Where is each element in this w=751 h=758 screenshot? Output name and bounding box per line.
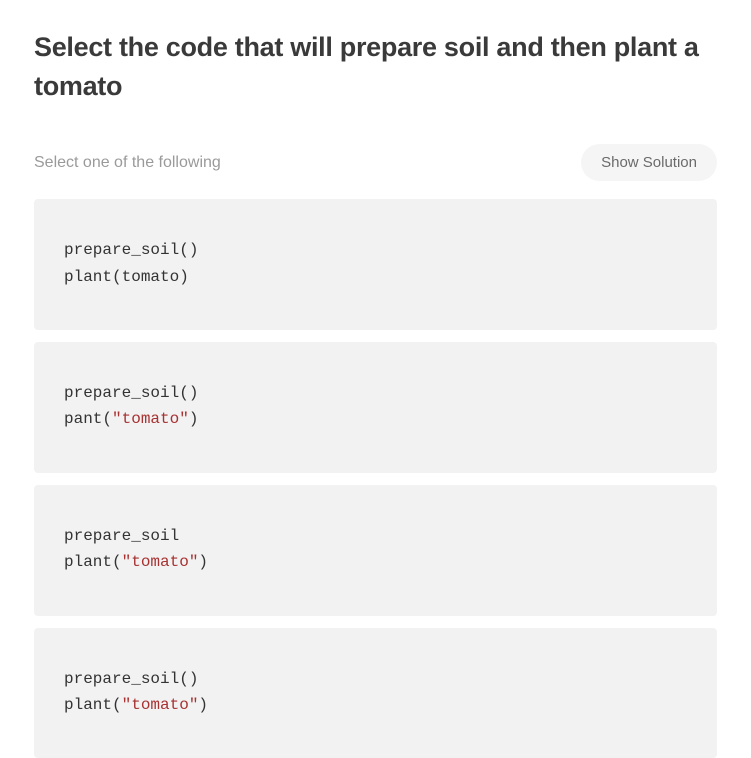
code-string-literal: "tomato" bbox=[122, 553, 199, 571]
code-text: plant( bbox=[64, 696, 122, 714]
code-string-literal: "tomato" bbox=[122, 696, 199, 714]
quiz-card: Select the code that will prepare soil a… bbox=[0, 0, 751, 743]
code-line: prepare_soil() bbox=[64, 666, 687, 692]
code-text: prepare_soil() bbox=[64, 241, 198, 259]
show-solution-button[interactable]: Show Solution bbox=[581, 144, 717, 181]
code-text: ) bbox=[198, 553, 208, 571]
code-text: plant(tomato) bbox=[64, 268, 189, 286]
subhead-row: Select one of the following Show Solutio… bbox=[34, 144, 717, 181]
code-text: plant( bbox=[64, 553, 122, 571]
code-line: prepare_soil() bbox=[64, 237, 687, 263]
code-line: pant("tomato") bbox=[64, 406, 687, 432]
code-option[interactable]: prepare_soil() pant("tomato") bbox=[34, 342, 717, 473]
code-line: prepare_soil bbox=[64, 523, 687, 549]
code-line: prepare_soil() bbox=[64, 380, 687, 406]
instruction-text: Select one of the following bbox=[34, 154, 221, 172]
code-text: ) bbox=[198, 696, 208, 714]
code-option[interactable]: prepare_soil plant("tomato") bbox=[34, 485, 717, 616]
code-option[interactable]: prepare_soil() plant("tomato") bbox=[34, 628, 717, 758]
options-list: prepare_soil()plant(tomato)prepare_soil(… bbox=[34, 199, 717, 758]
code-text: prepare_soil() bbox=[64, 384, 198, 402]
code-line: plant("tomato") bbox=[64, 549, 687, 575]
code-text: prepare_soil() bbox=[64, 670, 198, 688]
code-text: pant( bbox=[64, 410, 112, 428]
question-title: Select the code that will prepare soil a… bbox=[34, 28, 717, 106]
code-line: plant(tomato) bbox=[64, 264, 687, 290]
code-text: prepare_soil bbox=[64, 527, 179, 545]
code-string-literal: "tomato" bbox=[112, 410, 189, 428]
code-option[interactable]: prepare_soil() plant(tomato) bbox=[34, 199, 717, 330]
code-line: plant("tomato") bbox=[64, 692, 687, 718]
code-text: ) bbox=[189, 410, 199, 428]
